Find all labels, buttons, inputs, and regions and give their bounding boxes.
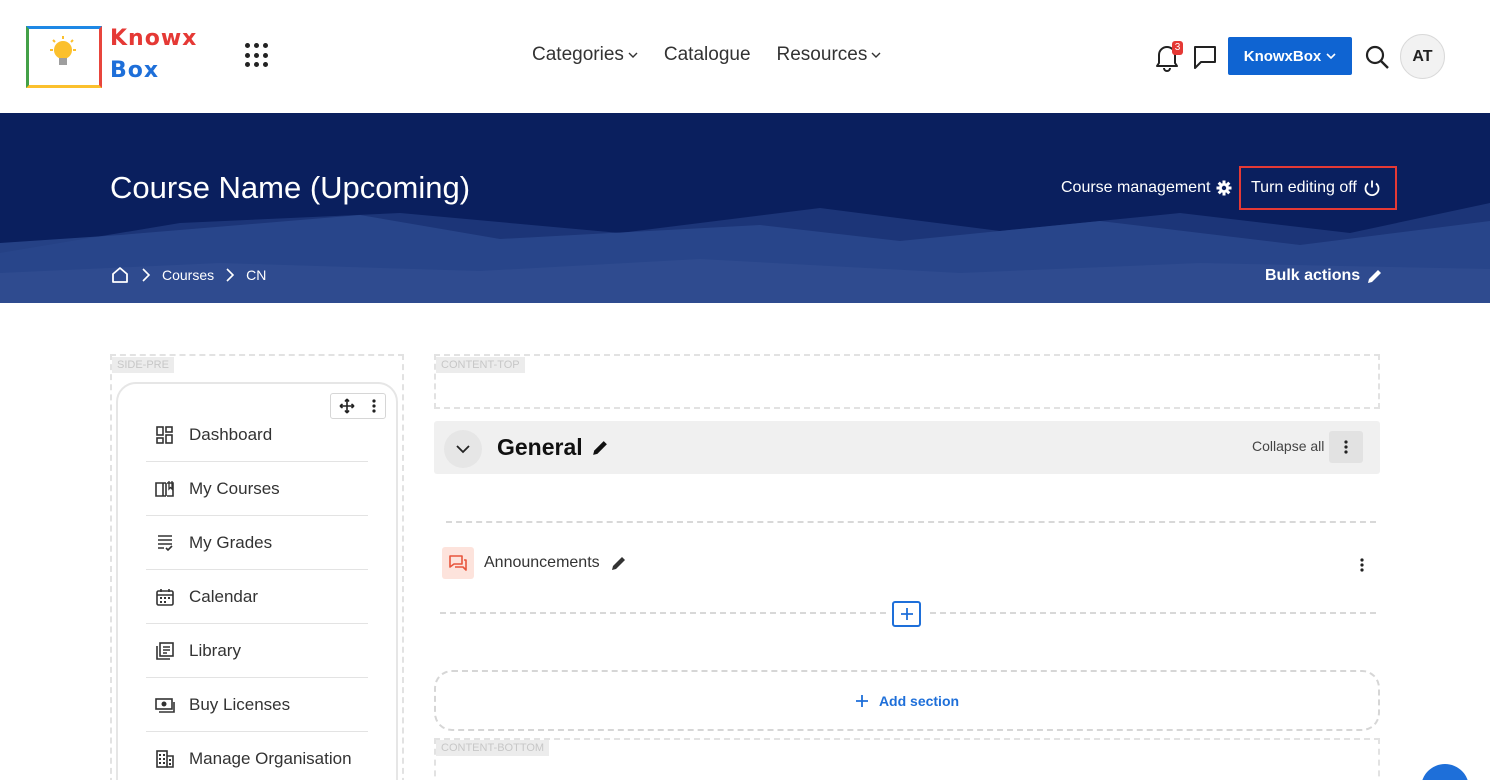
book-icon <box>155 480 174 497</box>
sidebar-item-calendar[interactable]: Calendar <box>146 570 368 624</box>
turn-editing-off-button[interactable]: Turn editing off <box>1239 166 1397 210</box>
content-top-tag: CONTENT-TOP <box>436 357 525 373</box>
sidebar-item-dashboard[interactable]: Dashboard <box>146 408 368 462</box>
chevron-down-icon <box>1326 53 1336 60</box>
help-button[interactable] <box>1421 764 1469 780</box>
sidebar-item-label: Calendar <box>189 586 258 606</box>
apps-grid-icon[interactable] <box>245 43 271 69</box>
nav-resources[interactable]: Resources <box>777 44 882 66</box>
add-section-label: Add section <box>878 692 960 709</box>
pencil-icon[interactable] <box>610 555 627 572</box>
course-management-link[interactable]: Course management <box>1061 179 1232 197</box>
pencil-icon[interactable] <box>591 439 609 457</box>
user-avatar[interactable]: AT <box>1400 34 1445 79</box>
sidebar-item-buy-licenses[interactable]: Buy Licenses <box>146 678 368 732</box>
breadcrumb: Courses CN <box>110 265 266 285</box>
section-collapse-toggle[interactable] <box>444 430 482 468</box>
section-menu-button[interactable] <box>1329 431 1363 463</box>
bulk-actions-label: Bulk actions <box>1265 267 1361 284</box>
avatar-initials: AT <box>1412 47 1433 65</box>
chevron-down-icon <box>456 445 470 454</box>
content-top-region <box>434 354 1380 409</box>
gear-icon <box>1216 180 1232 196</box>
lightbulb-icon <box>50 36 76 65</box>
pencil-icon <box>1368 269 1382 283</box>
edit-toggle-label: Turn editing off <box>1251 179 1357 196</box>
grades-icon <box>158 534 173 551</box>
logo-text-line2: Box <box>110 58 160 83</box>
user-menu-label: KnowxBox <box>1243 47 1322 65</box>
content-bottom-region <box>434 738 1380 780</box>
library-icon <box>156 641 174 660</box>
plus-icon <box>900 608 913 620</box>
primary-nav: Categories Catalogue Resources <box>532 44 881 66</box>
sidebar-item-label: Buy Licenses <box>189 694 291 714</box>
sidebar-item-my-grades[interactable]: My Grades <box>146 516 368 570</box>
sidebar-item-label: Library <box>189 640 241 660</box>
logo-text-line1: Knowx <box>110 26 198 51</box>
search-icon[interactable] <box>1364 44 1390 70</box>
dashboard-icon <box>156 425 173 444</box>
breadcrumb-course[interactable]: CN <box>246 267 266 283</box>
site-logo[interactable]: Knowx Box <box>26 24 202 90</box>
side-pre-tag: SIDE-PRE <box>112 357 174 373</box>
add-section-button[interactable]: Add section <box>434 670 1380 731</box>
power-icon <box>1364 180 1380 197</box>
kebab-menu-icon <box>1360 558 1364 572</box>
user-menu-button[interactable]: KnowxBox <box>1228 37 1352 75</box>
plus-icon <box>855 694 868 707</box>
notification-count-badge: 3 <box>1172 41 1183 55</box>
section-title-text: General <box>497 434 583 460</box>
forum-icon <box>442 547 474 579</box>
nav-catalogue-label: Catalogue <box>663 44 751 65</box>
activity-title[interactable]: Announcements <box>484 554 600 572</box>
course-management-label: Course management <box>1061 179 1211 196</box>
bulk-actions-button[interactable]: Bulk actions <box>1265 267 1383 285</box>
license-icon <box>155 697 175 713</box>
chat-icon[interactable] <box>1191 43 1219 71</box>
sidebar-item-my-courses[interactable]: My Courses <box>146 462 368 516</box>
nav-categories-label: Categories <box>532 44 624 65</box>
activity-item-announcements[interactable]: Announcements <box>442 547 627 579</box>
nav-resources-label: Resources <box>776 44 868 65</box>
nav-categories[interactable]: Categories <box>532 44 638 66</box>
sidebar-item-label: My Grades <box>189 532 273 552</box>
calendar-icon <box>156 588 174 606</box>
chevron-right-icon <box>142 268 151 282</box>
nav-catalogue[interactable]: Catalogue <box>664 44 751 66</box>
kebab-menu-icon[interactable] <box>371 398 377 414</box>
chevron-down-icon <box>628 52 638 58</box>
chevron-down-icon <box>871 52 881 58</box>
sidebar-item-manage-organisation[interactable]: Manage Organisation <box>146 732 368 780</box>
collapse-all-link[interactable]: Collapse all <box>1252 438 1324 454</box>
add-activity-button[interactable] <box>892 601 921 627</box>
section-divider <box>446 521 1376 523</box>
section-title: General <box>497 434 609 461</box>
organisation-icon <box>156 749 174 768</box>
home-icon[interactable] <box>110 265 130 285</box>
content-bottom-tag: CONTENT-BOTTOM <box>436 740 550 756</box>
sidebar-item-label: My Courses <box>189 478 280 498</box>
sidebar-item-label: Dashboard <box>189 424 273 444</box>
sidebar-item-library[interactable]: Library <box>146 624 368 678</box>
course-title: Course Name (Upcoming) <box>110 170 471 205</box>
activity-menu-button[interactable] <box>1352 553 1372 577</box>
sidebar-item-label: Manage Organisation <box>189 748 352 768</box>
breadcrumb-courses[interactable]: Courses <box>162 267 214 283</box>
top-navbar: Knowx Box Categories Catalogue Resources… <box>0 0 1490 113</box>
kebab-menu-icon <box>1344 440 1348 454</box>
chevron-right-icon <box>226 268 235 282</box>
course-banner: Course Name (Upcoming) Course management… <box>0 113 1490 303</box>
